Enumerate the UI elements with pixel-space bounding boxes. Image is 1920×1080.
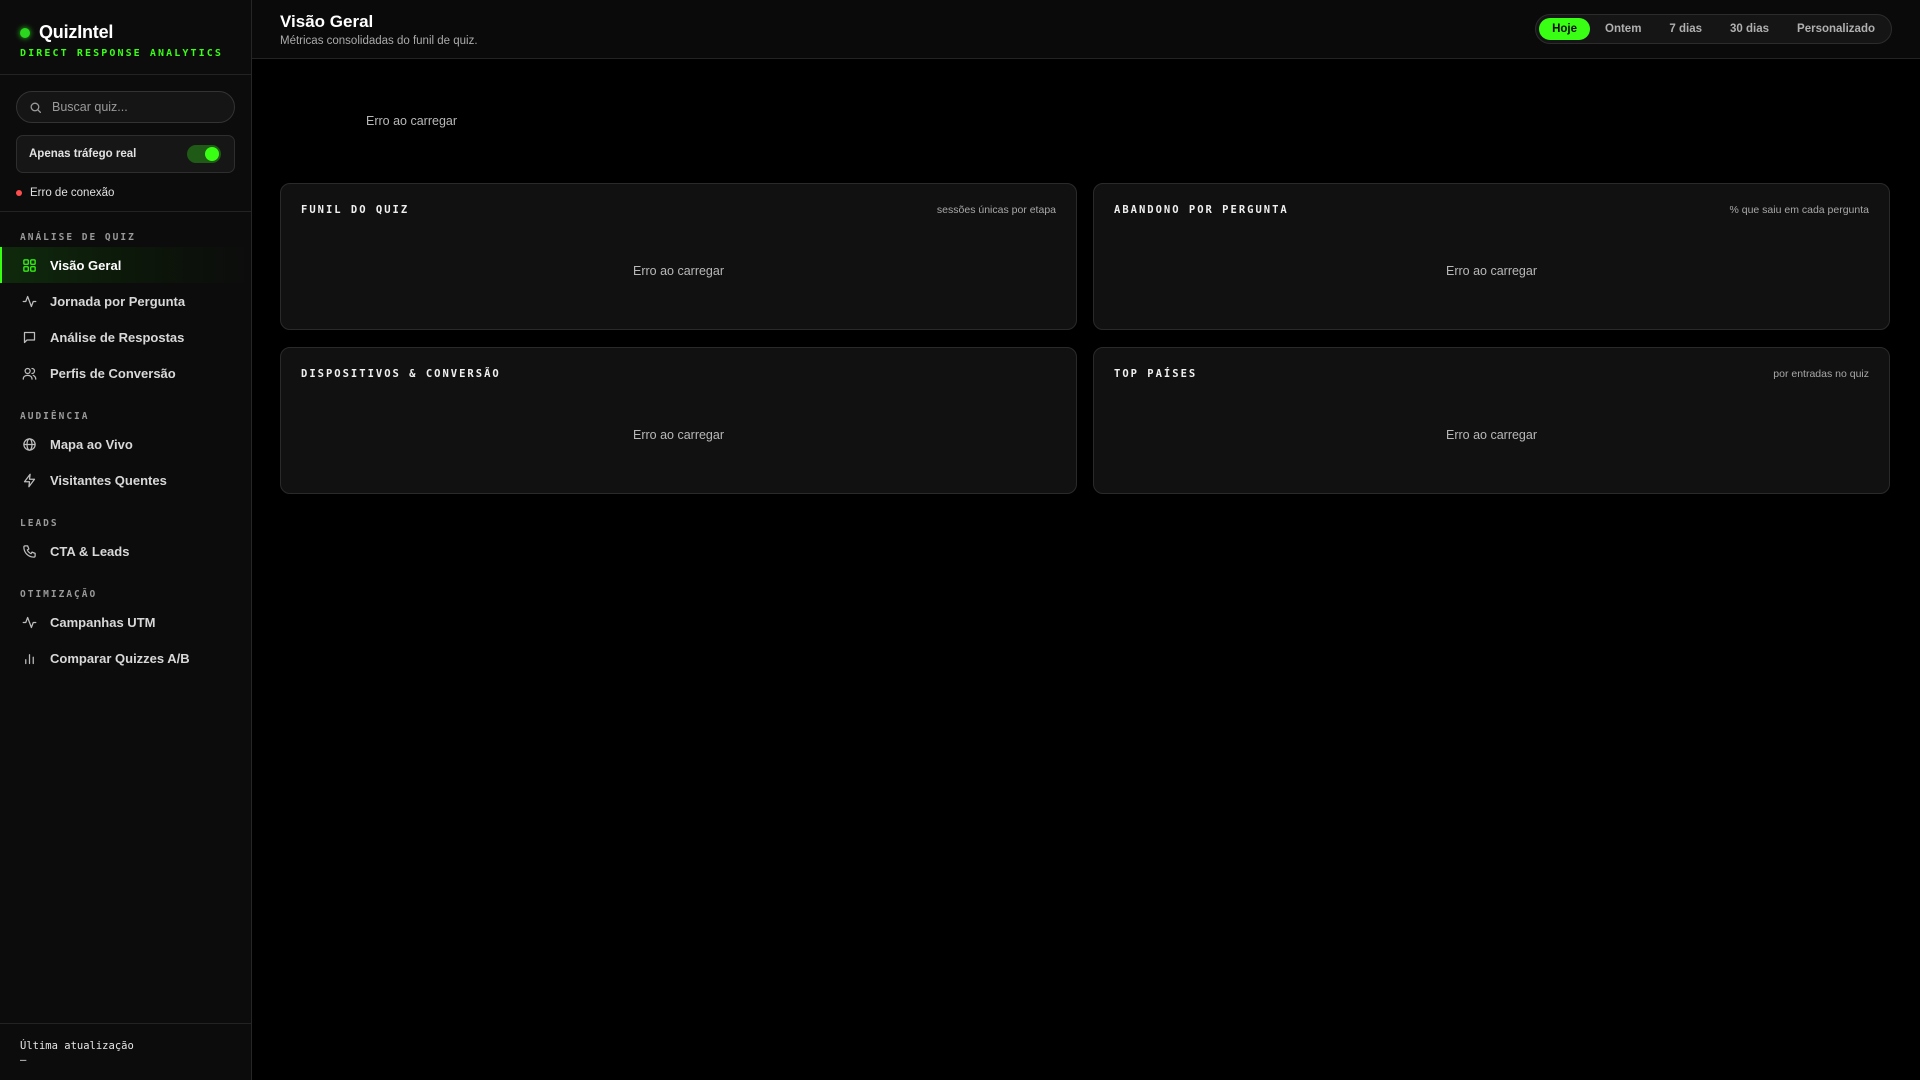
card-question-dropoff: ABANDONO POR PERGUNTA % que saiu em cada…: [1093, 183, 1890, 330]
zap-icon: [23, 473, 36, 487]
last-update-label: Última atualização: [20, 1040, 134, 1052]
sidebar-item-cta-leads[interactable]: CTA & Leads: [0, 533, 251, 569]
page-heading: Visão Geral Métricas consolidadas do fun…: [280, 12, 478, 47]
card-title: DISPOSITIVOS & CONVERSÃO: [301, 368, 501, 380]
card-grid: FUNIL DO QUIZ sessões únicas por etapa E…: [280, 183, 1892, 494]
card-error-message: Erro ao carregar: [632, 428, 724, 442]
connection-status: Erro de conexão: [16, 186, 235, 200]
sidebar: QuizIntel DIRECT RESPONSE ANALYTICS Apen…: [0, 0, 252, 1080]
card-error-message: Erro ao carregar: [1445, 428, 1537, 442]
sidebar-item-visitantes-quentes[interactable]: Visitantes Quentes: [0, 462, 251, 498]
brand-tagline: DIRECT RESPONSE ANALYTICS: [20, 48, 224, 59]
main-content: Visão Geral Métricas consolidadas do fun…: [252, 0, 1920, 1080]
users-icon: [22, 367, 37, 380]
sidebar-item-mapa-ao-vivo[interactable]: Mapa ao Vivo: [0, 426, 251, 462]
toggle-knob: [205, 147, 219, 161]
message-icon: [23, 331, 36, 343]
sidebar-item-label: Perfis de Conversão: [50, 365, 176, 381]
grid-icon: [23, 258, 36, 272]
page-header: Visão Geral Métricas consolidadas do fun…: [252, 0, 1920, 59]
sidebar-item-campanhas-utm[interactable]: Campanhas UTM: [0, 604, 251, 640]
activity-icon: [22, 295, 37, 307]
real-traffic-filter: Apenas tráfego real: [16, 135, 235, 173]
sidebar-item-analise-de-respostas[interactable]: Análise de Respostas: [0, 319, 251, 355]
sidebar-item-label: Campanhas UTM: [50, 614, 156, 630]
card-top-countries: TOP PAÍSES por entradas no quiz Erro ao …: [1093, 347, 1890, 494]
card-quiz-funnel: FUNIL DO QUIZ sessões únicas por etapa E…: [280, 183, 1077, 330]
card-error-message: Erro ao carregar: [1445, 264, 1537, 278]
sidebar-item-label: Mapa ao Vivo: [50, 436, 133, 452]
last-update: Última atualização —: [0, 1023, 251, 1080]
sidebar-item-jornada-por-pergunta[interactable]: Jornada por Pergunta: [0, 283, 251, 319]
date-range-30-days[interactable]: 30 dias: [1717, 18, 1782, 40]
last-update-value: —: [20, 1054, 27, 1066]
card-devices-conversion: DISPOSITIVOS & CONVERSÃO Erro ao carrega…: [280, 347, 1077, 494]
sidebar-item-label: Visão Geral: [50, 257, 122, 273]
brand-name: QuizIntel: [39, 22, 114, 42]
card-meta: sessões únicas por etapa: [936, 204, 1056, 216]
activity-icon: [22, 616, 37, 628]
real-traffic-toggle[interactable]: [187, 145, 221, 163]
search-box[interactable]: [16, 91, 235, 123]
card-header: ABANDONO POR PERGUNTA % que saiu em cada…: [1114, 204, 1869, 216]
search-input[interactable]: [52, 100, 222, 114]
dashboard: Erro ao carregar FUNIL DO QUIZ sessões ú…: [252, 59, 1920, 494]
sidebar-item-label: Visitantes Quentes: [50, 472, 167, 488]
card-header: TOP PAÍSES por entradas no quiz: [1114, 368, 1869, 380]
date-range-today[interactable]: Hoje: [1539, 18, 1590, 40]
card-title: FUNIL DO QUIZ: [301, 204, 410, 216]
bar-chart-icon: [25, 653, 34, 664]
sidebar-item-label: Comparar Quizzes A/B: [50, 650, 190, 666]
connection-status-text: Erro de conexão: [30, 187, 115, 199]
nav-section-quiz-analysis: ANÁLISE DE QUIZ: [20, 232, 136, 243]
phone-icon: [23, 544, 36, 558]
brand-status-dot: [20, 27, 30, 38]
nav-section-audience: AUDIÊNCIA: [20, 411, 90, 422]
date-range-yesterday[interactable]: Ontem: [1592, 18, 1654, 40]
page-subtitle: Métricas consolidadas do funil de quiz.: [280, 34, 478, 47]
card-error-message: Erro ao carregar: [632, 264, 724, 278]
nav-section-optimization: OTIMIZAÇÃO: [20, 589, 98, 600]
kpi-error-message: Erro ao carregar: [366, 114, 458, 128]
brand-row: QuizIntel: [20, 22, 231, 43]
card-meta: % que saiu em cada pergunta: [1729, 204, 1869, 216]
brand: QuizIntel DIRECT RESPONSE ANALYTICS: [0, 0, 251, 75]
sidebar-item-visao-geral[interactable]: Visão Geral: [0, 247, 251, 283]
sidebar-item-comparar-quizzes-ab[interactable]: Comparar Quizzes A/B: [0, 640, 251, 676]
card-title: ABANDONO POR PERGUNTA: [1114, 204, 1289, 216]
card-title: TOP PAÍSES: [1114, 368, 1198, 380]
date-range-7-days[interactable]: 7 dias: [1656, 18, 1715, 40]
search-icon: [30, 102, 42, 113]
card-meta: por entradas no quiz: [1773, 368, 1869, 380]
date-range-selector: Hoje Ontem 7 dias 30 dias Personalizado: [1535, 14, 1892, 44]
real-traffic-label: Apenas tráfego real: [29, 148, 137, 160]
sidebar-item-label: CTA & Leads: [50, 543, 130, 559]
sidebar-nav: ANÁLISE DE QUIZ Visão Geral Jornada por …: [0, 212, 251, 676]
card-header: DISPOSITIVOS & CONVERSÃO: [301, 368, 1056, 380]
sidebar-item-perfis-de-conversao[interactable]: Perfis de Conversão: [0, 355, 251, 391]
nav-section-leads: LEADS: [20, 518, 59, 529]
page-title: Visão Geral: [280, 11, 374, 31]
sidebar-item-label: Análise de Respostas: [50, 329, 185, 345]
card-header: FUNIL DO QUIZ sessões únicas por etapa: [301, 204, 1056, 216]
connection-error-dot: [16, 190, 22, 196]
date-range-custom[interactable]: Personalizado: [1784, 18, 1888, 40]
app-root: QuizIntel DIRECT RESPONSE ANALYTICS Apen…: [0, 0, 1920, 1080]
sidebar-item-label: Jornada por Pergunta: [50, 293, 186, 309]
globe-icon: [23, 437, 36, 451]
